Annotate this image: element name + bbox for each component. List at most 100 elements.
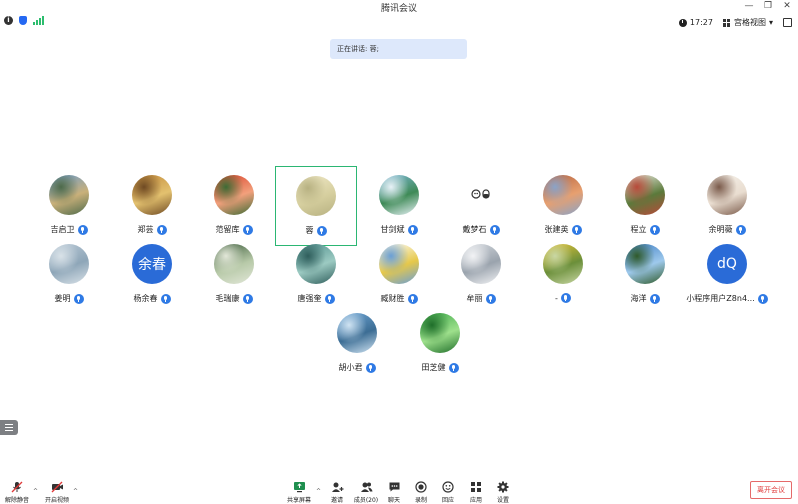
participant-name: 田芝健 <box>421 363 446 372</box>
avatar <box>420 313 460 353</box>
mic-icon <box>560 293 571 303</box>
participant-name-row: 余明薇 <box>676 224 778 235</box>
avatar <box>49 175 89 215</box>
participant-tile[interactable]: 海洋 <box>604 235 686 315</box>
participant-tile[interactable]: 吉启卫 <box>28 166 110 246</box>
participant-name: 海洋 <box>630 294 647 303</box>
mic-icon <box>649 224 660 235</box>
mic-icon <box>649 293 660 304</box>
unmute-button[interactable]: 解除静音 <box>2 481 32 504</box>
chat-label: 聊天 <box>387 497 400 504</box>
avatar: 余春 <box>132 244 172 284</box>
start-video-button[interactable]: 开启视频 <box>42 481 72 504</box>
meeting-info-bar: i 17:27 宫格视图 ▾ <box>0 14 798 32</box>
avatar <box>707 175 747 215</box>
participant-tile[interactable]: 姜明 <box>28 235 110 315</box>
video-options-caret[interactable]: ^ <box>73 488 78 495</box>
start-video-label: 开启视频 <box>44 497 69 504</box>
mic-icon <box>156 224 167 235</box>
participant-tile[interactable]: 余春 杨余春 <box>111 235 193 315</box>
signal-icon[interactable] <box>33 16 44 25</box>
grid-view-icon <box>722 18 731 27</box>
avatar <box>214 244 254 284</box>
avatar <box>49 244 89 284</box>
restore-icon[interactable]: ❐ <box>763 1 773 12</box>
add-user-icon <box>331 481 344 493</box>
title-bar: 腾讯会议 — ❐ ✕ <box>0 0 798 14</box>
minimize-icon[interactable]: — <box>744 1 754 12</box>
participant-tile[interactable]: 戴梦石 <box>440 166 522 246</box>
shield-icon[interactable] <box>19 16 27 25</box>
mic-muted-icon <box>11 481 24 493</box>
share-screen-label: 共享屏幕 <box>286 497 311 504</box>
avatar <box>461 175 501 215</box>
participant-tile[interactable]: - <box>522 235 604 315</box>
participant-tile[interactable]: dQ 小程序用户Z8n4... <box>686 235 768 315</box>
share-screen-icon <box>293 481 306 493</box>
meeting-info-icons: i <box>4 16 44 25</box>
meeting-window: 腾讯会议 — ❐ ✕ i 17:27 宫格视图 ▾ 正在讲话: 蓉; 吉启卫 郑… <box>0 0 798 504</box>
record-button[interactable]: 录制 <box>406 481 436 504</box>
participant-tile[interactable]: 田芝健 <box>399 304 481 384</box>
participant-name: 郑芸 <box>137 225 154 234</box>
chat-button[interactable]: 聊天 <box>379 481 409 504</box>
mic-icon <box>489 224 500 235</box>
apps-grid-icon <box>470 481 483 493</box>
invite-button[interactable]: 邀请 <box>322 481 352 504</box>
participant-name: 杨余春 <box>133 294 158 303</box>
participant-tile[interactable]: 范留库 <box>193 166 275 246</box>
participant-name: 范留库 <box>215 225 240 234</box>
participant-tile[interactable]: 毛瑞康 <box>193 235 275 315</box>
view-mode-button[interactable]: 宫格视图 ▾ <box>722 17 773 28</box>
mic-icon <box>324 293 335 304</box>
mic-icon <box>407 293 418 304</box>
list-toggle-icon[interactable] <box>0 420 18 435</box>
participant-tile[interactable]: 蓉 <box>275 166 357 246</box>
participant-tile[interactable]: 余明薇 <box>686 166 768 246</box>
participant-tile[interactable]: 胡小君 <box>316 304 398 384</box>
bottom-toolbar: 解除静音 ^ 开启视频 ^ 共享屏幕 ^ 邀请 成员(20) 聊天 录制 回应 … <box>0 474 798 504</box>
meeting-time: 17:27 <box>689 18 713 27</box>
clock-icon <box>678 18 687 27</box>
participant-name: 余明薇 <box>708 225 733 234</box>
mic-icon <box>485 293 496 304</box>
avatar <box>296 176 336 216</box>
camera-off-icon <box>51 481 64 493</box>
settings-button[interactable]: 设置 <box>488 481 518 504</box>
apps-button[interactable]: 应用 <box>461 481 491 504</box>
share-screen-button[interactable]: 共享屏幕 <box>284 481 314 504</box>
members-button[interactable]: 成员(20) <box>351 481 381 504</box>
reactions-label: 回应 <box>441 497 454 504</box>
participant-tile[interactable]: 牟丽 <box>440 235 522 315</box>
participant-tile[interactable]: 甘剑斌 <box>358 166 440 246</box>
avatar: dQ <box>707 244 747 284</box>
audio-options-caret[interactable]: ^ <box>33 488 38 495</box>
info-icon[interactable]: i <box>4 16 13 25</box>
share-options-caret[interactable]: ^ <box>316 488 321 495</box>
participant-name: 小程序用户Z8n4... <box>686 294 755 303</box>
mic-icon <box>407 224 418 235</box>
participant-tile[interactable]: 唐强奎 <box>275 235 357 315</box>
record-icon <box>415 481 428 493</box>
invite-label: 邀请 <box>330 497 343 504</box>
leave-meeting-button[interactable]: 离开会议 <box>750 481 792 499</box>
avatar <box>625 175 665 215</box>
fullscreen-icon[interactable] <box>783 18 792 27</box>
participant-tile[interactable]: 程立 <box>604 166 686 246</box>
mic-icon <box>757 293 768 304</box>
participant-name: 程立 <box>630 225 647 234</box>
participant-name: 吉启卫 <box>50 225 75 234</box>
chevron-down-icon: ▾ <box>768 18 773 27</box>
participant-tile[interactable]: 张建英 <box>522 166 604 246</box>
mic-icon <box>448 362 459 373</box>
close-icon[interactable]: ✕ <box>782 1 792 12</box>
participant-name: 毛瑞康 <box>215 294 240 303</box>
gear-icon <box>497 481 510 493</box>
avatar <box>543 175 583 215</box>
members-icon <box>360 481 373 493</box>
participant-tile[interactable]: 郑芸 <box>111 166 193 246</box>
reactions-button[interactable]: 回应 <box>433 481 463 504</box>
participant-name: 胡小君 <box>338 363 363 372</box>
participant-tile[interactable]: 臧财胜 <box>358 235 440 315</box>
meeting-duration: 17:27 <box>678 18 713 27</box>
